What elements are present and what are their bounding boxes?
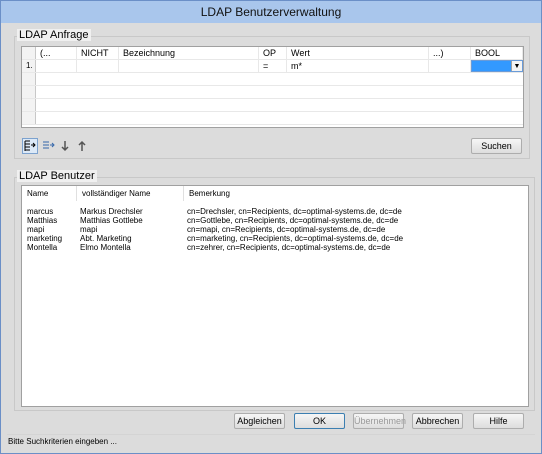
cell-bezeichnung[interactable] (119, 60, 259, 72)
list-item[interactable]: Matthias Matthias Gottlebe cn=Gottlebe, … (22, 216, 528, 225)
users-list[interactable]: Name vollständiger Name Bemerkung marcus… (21, 185, 529, 407)
list-item[interactable]: marcus Markus Drechsler cn=Drechsler, cn… (22, 207, 528, 216)
user-name: Montella (27, 243, 58, 252)
user-full-name: Markus Drechsler (80, 207, 143, 216)
user-remark: cn=mapi, cn=Recipients, dc=optimal-syste… (187, 225, 386, 234)
user-remark: cn=Gottlebe, cn=Recipients, dc=optimal-s… (187, 216, 399, 225)
col-not[interactable]: NICHT (77, 47, 119, 59)
col-remark[interactable]: Bemerkung (184, 186, 434, 201)
row-number (22, 99, 36, 111)
grid-corner (22, 47, 36, 59)
status-bar: Bitte Suchkriterien eingeben ... (7, 434, 535, 448)
query-grid-header: (... NICHT Bezeichnung OP Wert ...) BOOL (22, 47, 523, 60)
col-full-name[interactable]: vollständiger Name (77, 186, 184, 201)
list-item[interactable]: Montella Elmo Montella cn=zehrer, cn=Rec… (22, 243, 528, 252)
users-group-label: LDAP Benutzer (17, 170, 97, 182)
insert-row-icon[interactable] (40, 138, 56, 154)
user-full-name: Elmo Montella (80, 243, 131, 252)
window-title: LDAP Benutzerverwaltung (1, 1, 541, 23)
empty-row (22, 73, 523, 86)
col-bezeichnung[interactable]: Bezeichnung (119, 47, 259, 59)
query-row[interactable]: 1. = m* ▼ (22, 60, 523, 73)
cancel-button[interactable]: Abbrechen (412, 413, 463, 429)
move-up-icon[interactable] (74, 138, 90, 154)
col-op[interactable]: OP (259, 47, 287, 59)
cell-wert[interactable]: m* (287, 60, 429, 72)
row-number (22, 86, 36, 98)
user-remark: cn=Drechsler, cn=Recipients, dc=optimal-… (187, 207, 402, 216)
row-number: 1. (22, 60, 36, 72)
user-full-name: Abt. Marketing (80, 234, 132, 243)
col-name[interactable]: Name (22, 186, 77, 201)
user-name: marketing (27, 234, 63, 243)
sync-button[interactable]: Abgleichen (234, 413, 285, 429)
ldap-dialog-window: LDAP Benutzerverwaltung LDAP Anfrage (..… (0, 0, 542, 454)
empty-row (22, 112, 523, 125)
cell-close-paren[interactable] (429, 60, 471, 72)
row-number (22, 112, 36, 124)
cell-op[interactable]: = (259, 60, 287, 72)
list-item[interactable]: marketing Abt. Marketing cn=marketing, c… (22, 234, 528, 243)
cell-open-paren[interactable] (36, 60, 77, 72)
chevron-down-icon[interactable]: ▼ (511, 61, 522, 71)
empty-row (22, 99, 523, 112)
users-list-header: Name vollständiger Name Bemerkung (22, 186, 528, 201)
col-close-paren[interactable]: ...) (429, 47, 471, 59)
add-row-icon[interactable] (22, 138, 38, 154)
user-remark: cn=marketing, cn=Recipients, dc=optimal-… (187, 234, 404, 243)
user-name: marcus (27, 207, 54, 216)
row-number (22, 73, 36, 85)
bool-dropdown[interactable]: ▼ (471, 60, 523, 72)
col-wert[interactable]: Wert (287, 47, 429, 59)
user-full-name: mapi (80, 225, 98, 234)
list-item[interactable]: mapi mapi cn=mapi, cn=Recipients, dc=opt… (22, 225, 528, 234)
move-down-icon[interactable] (57, 138, 73, 154)
col-bool[interactable]: BOOL (471, 47, 523, 59)
user-name: mapi (27, 225, 45, 234)
cell-not[interactable] (77, 60, 119, 72)
search-button[interactable]: Suchen (471, 138, 522, 154)
query-grid[interactable]: (... NICHT Bezeichnung OP Wert ...) BOOL… (21, 46, 524, 128)
query-group-label: LDAP Anfrage (17, 29, 91, 41)
user-full-name: Matthias Gottlebe (80, 216, 143, 225)
apply-button[interactable]: Übernehmen (353, 413, 406, 429)
empty-row (22, 86, 523, 99)
col-open-paren[interactable]: (... (36, 47, 77, 59)
user-name: Matthias (27, 216, 58, 225)
user-remark: cn=zehrer, cn=Recipients, dc=optimal-sys… (187, 243, 391, 252)
ok-button[interactable]: OK (294, 413, 345, 429)
help-button[interactable]: Hilfe (473, 413, 524, 429)
